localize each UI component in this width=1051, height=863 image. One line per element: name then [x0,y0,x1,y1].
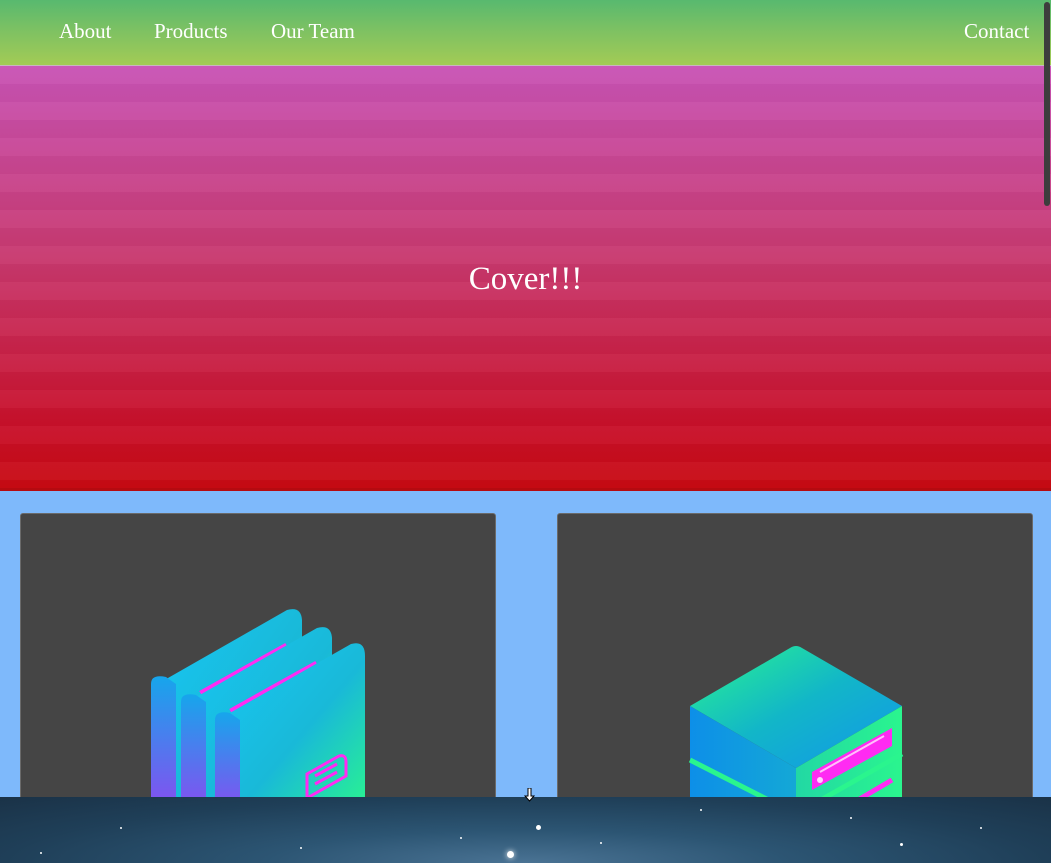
star [536,825,541,830]
star [40,852,42,854]
star [120,827,122,829]
nav-link-about[interactable]: About [59,18,112,44]
nav-link-products[interactable]: Products [154,18,228,44]
star [980,827,982,829]
product-card[interactable] [20,513,496,815]
star [460,837,462,839]
nav-link-contact[interactable]: Contact [964,18,1029,44]
server-cube-icon [688,646,904,814]
top-nav: About Products Our Team Contact [0,0,1051,66]
star [600,842,602,844]
star [850,817,852,819]
star [700,809,702,811]
product-card[interactable] [557,513,1033,815]
scrollbar-thumb[interactable] [1044,2,1050,206]
galaxy-banner [0,797,1051,863]
nav-link-our-team[interactable]: Our Team [271,18,355,44]
products-section [0,491,1051,815]
star [900,843,903,846]
cover-title: Cover!!! [468,261,583,297]
resize-cursor-icon [524,788,535,802]
star [300,847,302,849]
star [507,851,514,858]
scrollbar[interactable] [1043,0,1051,863]
cover-hero: Cover!!! [0,66,1051,491]
folders-icon [151,609,365,814]
